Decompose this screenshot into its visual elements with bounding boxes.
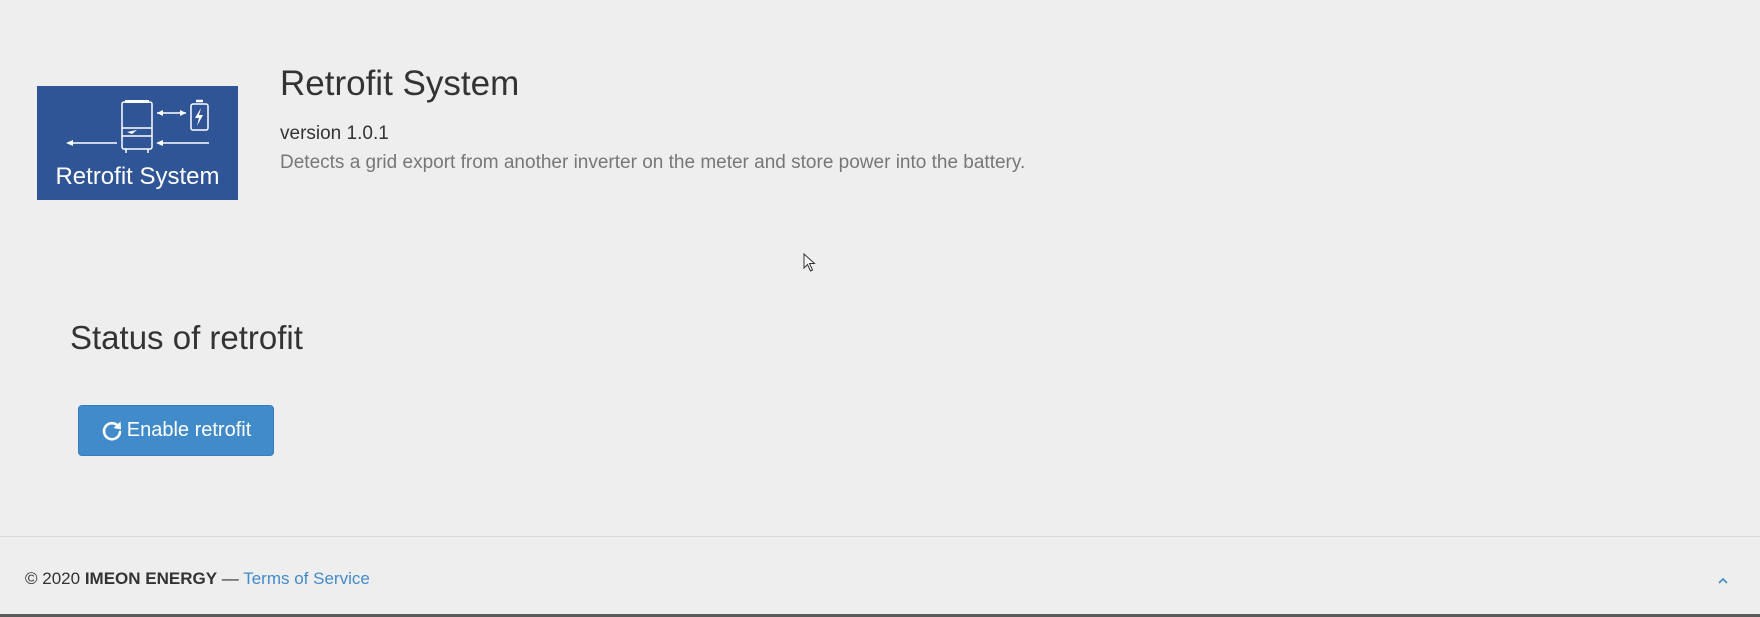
footer-separator: — <box>221 569 239 588</box>
copyright-text: © 2020 <box>25 569 81 588</box>
footer: © 2020 IMEON ENERGY — Terms of Service <box>25 568 370 590</box>
refresh-icon <box>101 420 123 442</box>
mouse-cursor-icon <box>803 252 816 278</box>
page: Retrofit System Retrofit System version … <box>0 0 1760 617</box>
retrofit-diagram-icon: Retrofit System <box>55 99 220 190</box>
footer-divider <box>0 536 1760 537</box>
scroll-to-top-button[interactable] <box>1714 572 1732 590</box>
app-description: Detects a grid export from another inver… <box>280 152 1026 173</box>
enable-retrofit-button[interactable]: Enable retrofit <box>78 405 274 456</box>
company-name: IMEON ENERGY <box>84 569 218 588</box>
app-header: Retrofit System Retrofit System version … <box>37 58 1025 200</box>
logo-text: Retrofit System <box>55 163 219 190</box>
app-info: Retrofit System version 1.0.1 Detects a … <box>280 58 1025 175</box>
enable-retrofit-label: Enable retrofit <box>126 419 252 441</box>
retrofit-system-logo: Retrofit System <box>37 86 238 200</box>
status-heading: Status of retrofit <box>70 319 303 356</box>
status-section: Status of retrofit Enable retrofit <box>70 316 303 456</box>
app-title: Retrofit System <box>280 64 520 103</box>
app-version: version 1.0.1 <box>280 123 389 144</box>
terms-of-service-link[interactable]: Terms of Service <box>243 569 370 588</box>
chevron-up-icon <box>1718 577 1728 584</box>
